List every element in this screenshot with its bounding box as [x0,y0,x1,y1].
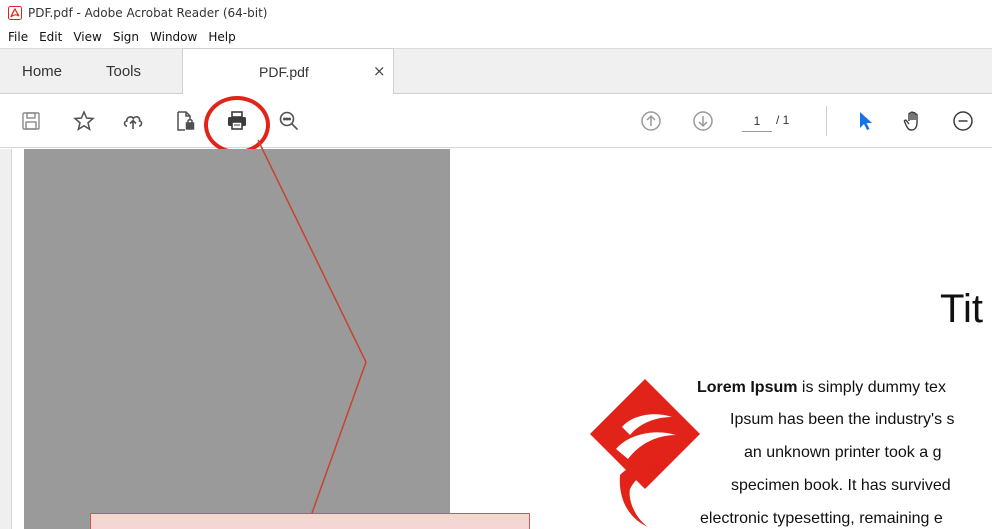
menu-view[interactable]: View [73,30,101,44]
hand-tool-icon[interactable] [900,108,926,134]
title-bar: PDF.pdf - Adobe Acrobat Reader (64-bit) [0,0,992,26]
document-line-5: electronic typesetting, remaining e [700,510,943,527]
document-line-1-text: is simply dummy tex [797,379,946,396]
menu-edit[interactable]: Edit [39,30,62,44]
annotation-callout-box [90,513,530,529]
document-line-1: Lorem Ipsum is simply dummy tex [697,379,946,397]
document-line-4: specimen book. It has survived [731,477,951,494]
menu-bar: File Edit View Sign Window Help [0,26,992,48]
document-page: Tit Lorem Ipsum is simply dummy tex Ipsu… [450,149,992,529]
window-title: PDF.pdf - Adobe Acrobat Reader (64-bit) [28,6,268,20]
document-line-3: an unknown printer took a g [744,444,942,461]
page-down-icon[interactable] [690,108,716,134]
menu-sign[interactable]: Sign [113,30,139,44]
menu-window[interactable]: Window [150,30,197,44]
menu-file[interactable]: File [8,30,28,44]
page-total: / 1 [776,113,790,127]
page-number-input[interactable] [742,110,772,132]
left-rail [0,149,12,529]
tab-document[interactable]: PDF.pdf × [182,48,394,95]
tab-tools[interactable]: Tools [106,63,141,80]
document-line-2: Ipsum has been the industry's s [730,411,955,428]
save-icon[interactable] [18,108,44,134]
select-cursor-icon[interactable] [852,108,878,134]
page-up-icon[interactable] [638,108,664,134]
toolbar-separator [826,106,827,136]
document-logo-image [590,379,700,527]
close-tab-icon[interactable]: × [373,62,386,80]
navigation-pane [24,149,450,529]
protect-file-icon[interactable] [172,108,198,134]
zoom-out-icon[interactable] [950,108,976,134]
acrobat-window: PDF.pdf - Adobe Acrobat Reader (64-bit) … [0,0,992,529]
menu-help[interactable]: Help [208,30,235,44]
document-title: Tit [940,287,983,331]
tab-document-label: PDF.pdf [259,64,309,80]
bookmark-star-icon[interactable] [71,108,97,134]
document-line-1-bold: Lorem Ipsum [697,379,798,396]
tab-bar: Home Tools PDF.pdf × [0,48,992,95]
acrobat-app-icon [8,6,22,20]
print-highlight-circle [204,96,270,154]
zoom-search-icon[interactable] [276,108,302,134]
tab-home[interactable]: Home [22,63,62,80]
toolbar: / 1 [0,94,992,148]
upload-cloud-icon[interactable] [120,108,146,134]
